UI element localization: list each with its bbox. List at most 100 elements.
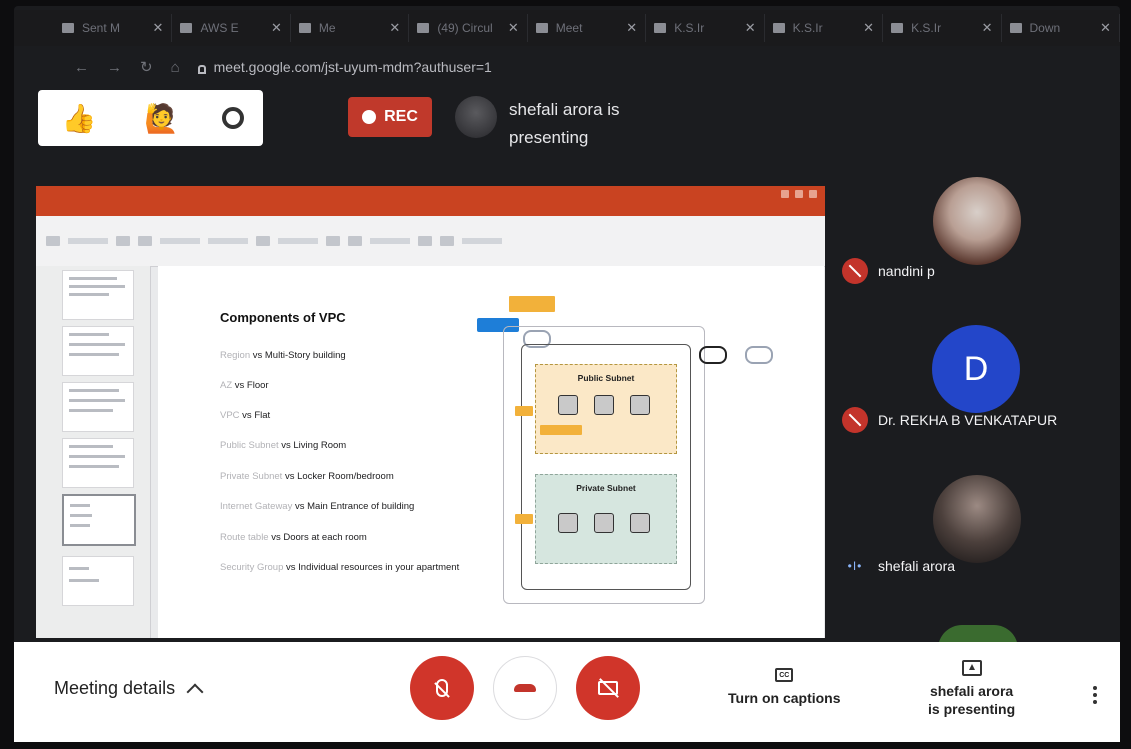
speaking-indicator-icon: •I• [847,559,863,573]
slide-thumbnail [62,556,134,606]
meet-icon [298,23,311,33]
powerpoint-ribbon [36,216,825,267]
slide-bullet: Private Subnet vs Locker Room/bedroom [220,471,394,482]
browser-tab[interactable]: K.S.Ir ✕ [883,14,1002,42]
address-bar: ← → ↻ ⌂ meet.google.com/jst-uyum-mdm?aut… [14,50,1120,84]
thumbs-up-icon[interactable]: 👍 [57,102,101,135]
leave-call-button[interactable] [493,656,557,720]
browser-tab-strip: Sent M ✕ AWS E ✕ Me ✕ (49) Circul ✕ Meet ✕ K.… [14,10,1120,46]
minimize-icon [781,190,789,198]
close-icon[interactable]: ✕ [271,20,282,36]
tab-label: Me [318,21,336,35]
participant-name: shefali arora [878,558,956,574]
browser-tab[interactable]: Down ✕ [1002,14,1120,42]
security-group-tag [540,425,582,435]
tab-label: Meet [555,21,583,35]
internet-gateway-icon [699,346,727,364]
ec2-instance-icon [558,395,578,415]
close-icon[interactable]: ✕ [153,20,164,36]
internet-cloud-icon [745,346,773,364]
ec2-instance-icon [558,513,578,533]
more-options-icon[interactable] [1093,686,1097,704]
camera-off-icon [598,681,618,695]
browser-tab[interactable]: Sent M ✕ [54,14,173,42]
avatar [455,96,497,138]
maximize-icon [795,190,803,198]
page-icon [417,23,430,33]
slide-bullet: Route table vs Doors at each room [220,532,367,543]
private-subnet-box: Private Subnet [535,474,677,564]
camera-toggle-button[interactable] [576,656,640,720]
tab-label: Sent M [82,21,121,35]
phone-hangup-icon [514,684,536,692]
browser-tab[interactable]: Me ✕ [291,14,410,42]
ec2-instance-icon [594,513,614,533]
az-tag [515,514,533,524]
private-subnet-label: Private Subnet [576,483,636,493]
slide-canvas: Components of VPC Region vs Multi-Story … [158,266,824,638]
presenter-banner-line2: presenting [509,128,589,147]
browser-tab[interactable]: (49) Circul ✕ [409,14,528,42]
presenting-button[interactable]: shefali arora is presenting [928,660,1015,718]
chevron-up-icon [186,683,204,700]
forward-icon[interactable]: → [107,59,122,76]
record-dot-icon [362,110,377,124]
home-icon[interactable]: ⌂ [171,59,180,76]
close-icon[interactable]: ✕ [1100,20,1111,36]
slide-thumbnail [62,326,134,376]
shared-screen: Components of VPC Region vs Multi-Story … [36,186,825,638]
avatar [933,475,1021,563]
browser-tab[interactable]: Meet ✕ [528,14,647,42]
microphone-toggle-button[interactable] [410,656,474,720]
presenter-banner: shefali arora is presenting [455,96,620,152]
browser-tab[interactable]: AWS E ✕ [172,14,291,42]
close-icon[interactable]: ✕ [508,20,519,36]
captions-icon: CC [775,668,794,682]
tab-label: (49) Circul [437,21,493,35]
slide-bullet: Public Subnet vs Living Room [220,440,347,451]
gmail-icon [62,23,74,33]
presenting-line1: shefali arora [929,683,1014,699]
slide-thumbnail [62,438,134,488]
close-icon [809,190,817,198]
ec2-instance-icon [594,395,614,415]
close-icon[interactable]: ✕ [863,20,874,36]
meeting-details-label: Meeting details [54,678,176,698]
close-icon[interactable]: ✕ [626,20,637,36]
slide-thumbnail-selected [62,494,136,546]
captions-button[interactable]: CC Turn on captions [728,668,841,706]
browser-tab[interactable]: K.S.Ir ✕ [765,14,884,42]
public-subnet-box: Public Subnet [535,364,677,454]
rec-label: REC [384,108,418,125]
back-icon[interactable]: ← [74,59,89,76]
slide-thumbnail [62,270,134,320]
slide-bullet: Security Group vs Individual resources i… [220,562,460,573]
slide-bullet: Region vs Multi-Story building [220,350,346,361]
url-field[interactable]: meet.google.com/jst-uyum-mdm?authuser=1 [197,59,492,75]
slide-thumbnail [62,382,134,432]
recording-badge: REC [348,97,432,137]
slide-bullet: VPC vs Flat [220,410,271,421]
close-icon[interactable]: ✕ [745,20,756,36]
participant-name: nandini p [878,263,935,279]
gmail-icon [180,23,193,33]
mic-off-icon [842,407,868,433]
participant-nandini: nandini p [842,258,935,284]
close-icon[interactable]: ✕ [982,20,993,36]
meeting-details-button[interactable]: Meeting details [54,678,204,700]
tab-label: K.S.Ir [792,21,823,35]
gear-icon[interactable] [221,107,244,129]
browser-tab[interactable]: K.S.Ir ✕ [646,14,765,42]
reactions-panel: 👍 🙋 [38,90,263,146]
reload-icon[interactable]: ↻ [140,58,153,76]
raise-hand-icon[interactable]: 🙋 [139,102,183,135]
avatar [933,177,1021,265]
tab-label: Down [1029,21,1061,35]
captions-label: Turn on captions [728,690,841,706]
close-icon[interactable]: ✕ [389,20,400,36]
participant-rekha: Dr. REKHA B VENKATAPUR [842,407,1057,433]
participant-shefali: •I• shefali arora [842,558,955,574]
download-icon [1009,23,1022,33]
tab-label: K.S.Ir [911,21,942,35]
ec2-instance-icon [630,395,650,415]
